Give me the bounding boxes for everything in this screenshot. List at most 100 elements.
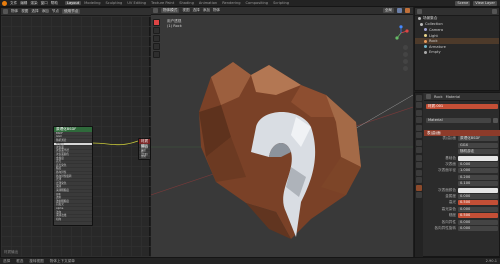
parameter-value-field[interactable]: 0.000 (458, 206, 498, 212)
world-tab-icon[interactable] (416, 132, 422, 138)
shader-node-editor[interactable]: 物体 视图 选择 添加 节点 使用节点 原理化BSDF BSDF GGX 随机游走 基础色 次表… (0, 7, 151, 258)
menu-item[interactable]: 文件 (10, 1, 17, 6)
pan-icon[interactable] (403, 52, 408, 57)
outliner-item-label: Camera (429, 27, 444, 32)
tool-tab-icon[interactable] (416, 94, 422, 101)
subsurface-method-select[interactable]: 随机游走 (458, 149, 498, 155)
workspace-tab[interactable]: Scripting (271, 1, 291, 5)
outliner-title: 场景集合 (423, 16, 438, 21)
texture-tab-icon[interactable] (416, 192, 422, 198)
menu-item[interactable]: 编辑 (20, 1, 27, 6)
zoom-icon[interactable] (403, 45, 408, 50)
parameter-value-field[interactable]: 0.000 (458, 219, 498, 225)
menu-item[interactable]: 渲染 (30, 1, 37, 6)
workspace-tab[interactable]: Compositing (244, 1, 271, 5)
workspace-tab[interactable]: Animation (197, 1, 219, 5)
material-slot-item[interactable]: 材质.001 (426, 103, 498, 109)
distribution-select[interactable]: GGX (458, 142, 498, 148)
properties-header: Rock Material (424, 93, 500, 101)
bsdf-parameter-row: 糙度 0.500 (424, 212, 500, 219)
status-bar: 选择 框选 旋转视图 物体上下文菜单 2.90.1 (0, 257, 500, 264)
outliner-item-label: Empty (429, 50, 441, 55)
parameter-value-field[interactable]: 1.000 (458, 168, 498, 174)
visibility-eye-icon[interactable] (496, 23, 499, 26)
parameter-value-field[interactable] (458, 187, 498, 193)
principled-bsdf-node[interactable]: 原理化BSDF BSDF GGX 随机游走 基础色 次表面 次表面半径 次表面颜色 金属度 高光… (53, 126, 93, 226)
3d-viewport[interactable]: 物体模式 视图 选择 添加 物体 全局 用户透视 (1) Rock (151, 7, 413, 257)
perspective-toggle-icon[interactable] (403, 66, 408, 71)
menu-item[interactable]: 窗口 (41, 1, 48, 6)
camera-icon (424, 28, 427, 32)
workspace-tabs: Layout Modeling Sculpting UV Editing Texture… (64, 1, 291, 5)
outliner[interactable]: 场景集合 Collection Camera Light Rock Armature Em… (414, 7, 500, 91)
surface-shader-field[interactable]: 原理化BSDF (458, 136, 498, 142)
parameter-label: 次表面 (445, 162, 456, 167)
visibility-eye-icon[interactable] (496, 51, 499, 54)
particles-tab-icon[interactable] (416, 154, 422, 161)
empty-icon (424, 50, 427, 54)
material-output-node[interactable]: 材质输出 全部表(曲)面体积(音量)置换 (138, 138, 151, 160)
fake-user-icon[interactable] (493, 118, 498, 124)
material-datablock-field[interactable]: Material (426, 118, 491, 124)
workspace-tab[interactable]: Modeling (82, 1, 102, 5)
parameter-value-field[interactable]: 0.500 (458, 213, 498, 219)
material-tab-icon[interactable] (416, 184, 422, 191)
navigation-gizmo[interactable] (393, 25, 409, 41)
constraints-tab-icon[interactable] (416, 169, 422, 176)
workspace-tab[interactable]: Rendering (220, 1, 242, 5)
parameter-value-field[interactable] (458, 155, 498, 161)
filter-icon[interactable] (492, 9, 497, 14)
parameter-label: 金属度 (445, 193, 456, 198)
parameter-value-field[interactable]: 0.000 (458, 193, 498, 199)
workspace-tab[interactable]: Texture Paint (149, 1, 176, 5)
parameter-value-field[interactable]: 0.000 (458, 225, 498, 231)
workspace-tab[interactable]: Layout (64, 1, 82, 5)
visibility-eye-icon[interactable] (496, 40, 499, 43)
view-layer-tab-icon[interactable] (416, 117, 422, 123)
material-properties: Rock Material 材质.001 Material 表(曲)面 表(曲)… (424, 93, 500, 232)
menu-item[interactable]: 帮助 (51, 1, 58, 6)
editor-type-icon[interactable] (417, 9, 422, 14)
parameter-label: 高光染色 (441, 206, 456, 211)
workspace-tab[interactable]: Shading (177, 1, 196, 5)
parameter-value-field[interactable]: 0.500 (458, 200, 498, 206)
visibility-eye-icon[interactable] (496, 34, 499, 37)
bsdf-parameter-row: 次表面颜色 (424, 187, 500, 193)
material-slot-list[interactable]: 材质.001 (424, 103, 500, 109)
scene-selector[interactable]: Scene (455, 0, 471, 6)
search-icon[interactable] (426, 94, 431, 99)
physics-tab-icon[interactable] (416, 162, 422, 168)
node-socket-row[interactable]: 切向 (54, 218, 92, 222)
outliner-item-empty[interactable]: Empty (415, 50, 499, 56)
view-layer-selector[interactable]: View Layer (473, 0, 497, 6)
parameter-value-field[interactable]: 0.000 (458, 162, 498, 168)
visibility-eye-icon[interactable] (496, 28, 499, 31)
context-object-name: Rock (434, 94, 443, 99)
render-tab-icon[interactable] (416, 102, 422, 108)
node-socket-list: 全部表(曲)面体积(音量)置换 (139, 144, 150, 159)
status-hint: 物体上下文菜单 (49, 258, 75, 263)
camera-view-icon[interactable] (403, 59, 408, 64)
scene-tab-icon[interactable] (416, 124, 422, 131)
properties-tab-strip (415, 93, 423, 258)
properties-editor[interactable]: Rock Material 材质.001 Material 表(曲)面 表(曲)… (414, 92, 500, 258)
outliner-item-label: Rock (429, 39, 438, 44)
node-socket-list: BSDF GGX 随机游走 基础色 次表面 次表面半径 次表面颜色 金属度 高光 高光染色 糙度 各向… (54, 132, 92, 222)
node-socket-row[interactable]: 置换 (139, 155, 150, 159)
visibility-eye-icon[interactable] (496, 45, 499, 48)
modifier-tab-icon[interactable] (416, 147, 422, 153)
object-tab-icon[interactable] (416, 139, 422, 146)
light-icon (424, 34, 427, 38)
armature-icon (424, 45, 427, 49)
parameter-value-field[interactable]: 0.200 (458, 174, 498, 180)
parameter-label: 高光 (448, 200, 456, 205)
parameter-value-field[interactable]: 0.100 (458, 181, 498, 187)
workspace-tab[interactable]: UV Editing (125, 1, 148, 5)
outliner-item-label: Collection (425, 22, 443, 27)
rock-mesh[interactable] (199, 62, 361, 239)
data-tab-icon[interactable] (416, 177, 422, 183)
surface-label: 表(曲)面 (442, 136, 456, 141)
output-tab-icon[interactable] (416, 109, 422, 116)
workspace-tab[interactable]: Sculpting (104, 1, 125, 5)
app-logo-icon[interactable] (2, 0, 7, 6)
